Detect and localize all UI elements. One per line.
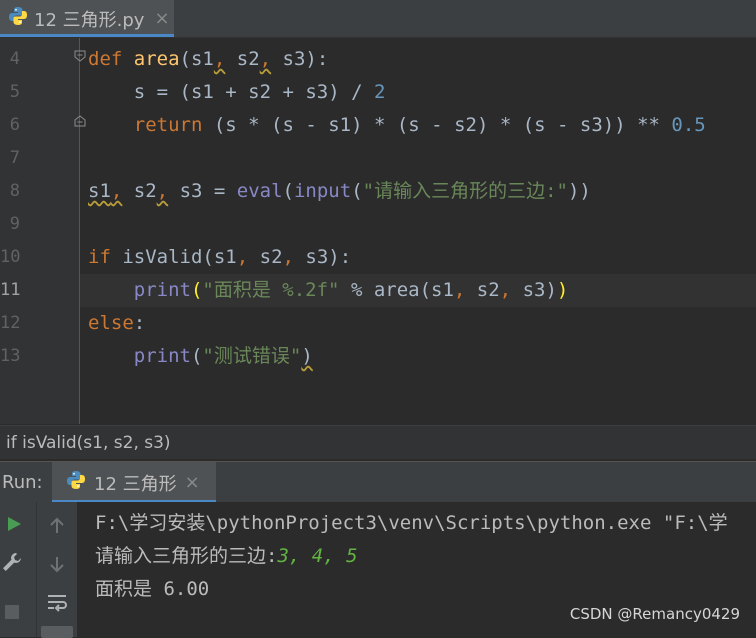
console-line: 请输入三角形的三边:3, 4, 5 (95, 541, 358, 568)
code-line[interactable]: s1, s2, s3 = eval(input("请输入三角形的三边:")) (88, 175, 591, 208)
code-line[interactable]: print("测试错误") (88, 340, 313, 373)
code-token: ( (190, 279, 203, 301)
run-config-tab-label: 12 三角形 (94, 473, 177, 495)
console-user-input: 3, 4, 5 (277, 545, 358, 567)
code-token: s3 = (168, 180, 237, 202)
active-tab-indicator (0, 34, 174, 37)
code-line[interactable]: s = (s1 + s2 + s3) / 2 (88, 76, 386, 109)
code-line[interactable]: def area(s1, s2, s3): (88, 43, 328, 76)
code-token: s2 (465, 279, 500, 301)
fold-marker-icon[interactable] (73, 49, 87, 63)
code-token: ( (282, 180, 294, 202)
code-token: s3) (511, 279, 557, 301)
code-editor[interactable]: def area(s1, s2, s3): s = (s1 + s2 + s3)… (0, 38, 756, 424)
code-token: if (88, 246, 111, 268)
code-line[interactable]: print("面积是 %.2f" % area(s1, s2, s3)) (88, 274, 569, 307)
editor-tab-bar: 12 三角形.py × (0, 0, 756, 38)
code-token: ( (190, 345, 203, 367)
code-token: s = (s1 + s2 + s3) / (88, 81, 374, 103)
python-file-icon (8, 6, 28, 31)
code-token: )) (567, 180, 591, 202)
code-token: s3): (271, 48, 329, 70)
code-token: % area(s1 (339, 279, 454, 301)
code-token: s2 (248, 246, 283, 268)
code-token: ( (351, 180, 363, 202)
code-token: ) (556, 279, 569, 301)
console-text: 请输入三角形的三边: (95, 545, 278, 567)
console-text: F:\学习安装\pythonProject3\venv\Scripts\pyth… (95, 512, 728, 534)
code-token: return (133, 114, 203, 136)
code-token: 0.5 (671, 114, 706, 136)
code-token: (s1 (179, 48, 214, 70)
console-line: 面积是 6.00 (95, 574, 209, 601)
code-token: 2 (373, 81, 386, 103)
soft-wrap-icon[interactable] (45, 591, 69, 615)
code-token: , (259, 48, 272, 70)
code-token: "请输入三角形的三边:" (362, 180, 568, 202)
code-line[interactable]: if isValid(s1, s2, s3): (88, 241, 351, 274)
code-token: "面积是 %.2f" (202, 279, 340, 301)
console-text: 面积是 6.00 (95, 578, 210, 600)
scroll-to-end-icon[interactable] (41, 626, 73, 638)
code-token: print (133, 345, 191, 367)
code-line[interactable]: else: (88, 307, 145, 340)
stop-icon[interactable] (0, 600, 24, 624)
code-token: area (133, 48, 180, 70)
code-token: print (133, 279, 191, 301)
run-tool-window-header: Run: 12 三角形 × (0, 461, 756, 503)
code-token: : (133, 312, 146, 334)
wrench-icon[interactable] (0, 550, 24, 574)
code-line[interactable]: return (s * (s - s1) * (s - s2) * (s - s… (88, 109, 706, 142)
editor-file-tab-label: 12 三角形.py (34, 9, 145, 31)
rerun-icon[interactable] (2, 512, 26, 536)
code-token: , (499, 279, 512, 301)
python-file-icon (66, 470, 86, 495)
code-token: def (88, 48, 123, 70)
run-config-tab[interactable]: 12 三角形 × (52, 462, 216, 503)
code-token: , (236, 246, 249, 268)
code-token: ) (301, 345, 313, 367)
code-token: else (88, 312, 134, 334)
close-icon[interactable]: × (185, 472, 200, 493)
watermark: CSDN @Remancy0429 (569, 605, 740, 623)
code-token: s2 (122, 180, 157, 202)
run-toolbar-secondary (36, 502, 77, 638)
editor-file-tab[interactable]: 12 三角形.py × (0, 0, 174, 37)
code-token: , (213, 48, 226, 70)
up-arrow-icon[interactable] (45, 514, 69, 538)
code-token: s2 (225, 48, 260, 70)
code-token: , (282, 246, 294, 268)
code-token: isValid(s1 (110, 246, 237, 268)
code-token: , (156, 180, 169, 202)
run-toolbar-primary (0, 502, 36, 637)
code-token: input (293, 180, 352, 202)
code-token: "测试错误" (202, 345, 302, 367)
console-line: F:\学习安装\pythonProject3\venv\Scripts\pyth… (95, 508, 728, 535)
code-token: (s * (s - s1) * (s - s2) * (s - s3)) ** (202, 114, 672, 136)
fold-end-marker-icon[interactable] (73, 114, 87, 128)
code-token: , (453, 279, 466, 301)
code-token: s3): (293, 246, 352, 268)
run-label: Run: (2, 472, 43, 493)
close-icon[interactable]: × (154, 8, 169, 29)
breadcrumb[interactable]: if isValid(s1, s2, s3) (0, 425, 756, 459)
down-arrow-icon[interactable] (45, 552, 69, 576)
code-token: , (110, 180, 123, 202)
code-token: s1 (88, 180, 111, 202)
code-token: eval (236, 180, 283, 202)
